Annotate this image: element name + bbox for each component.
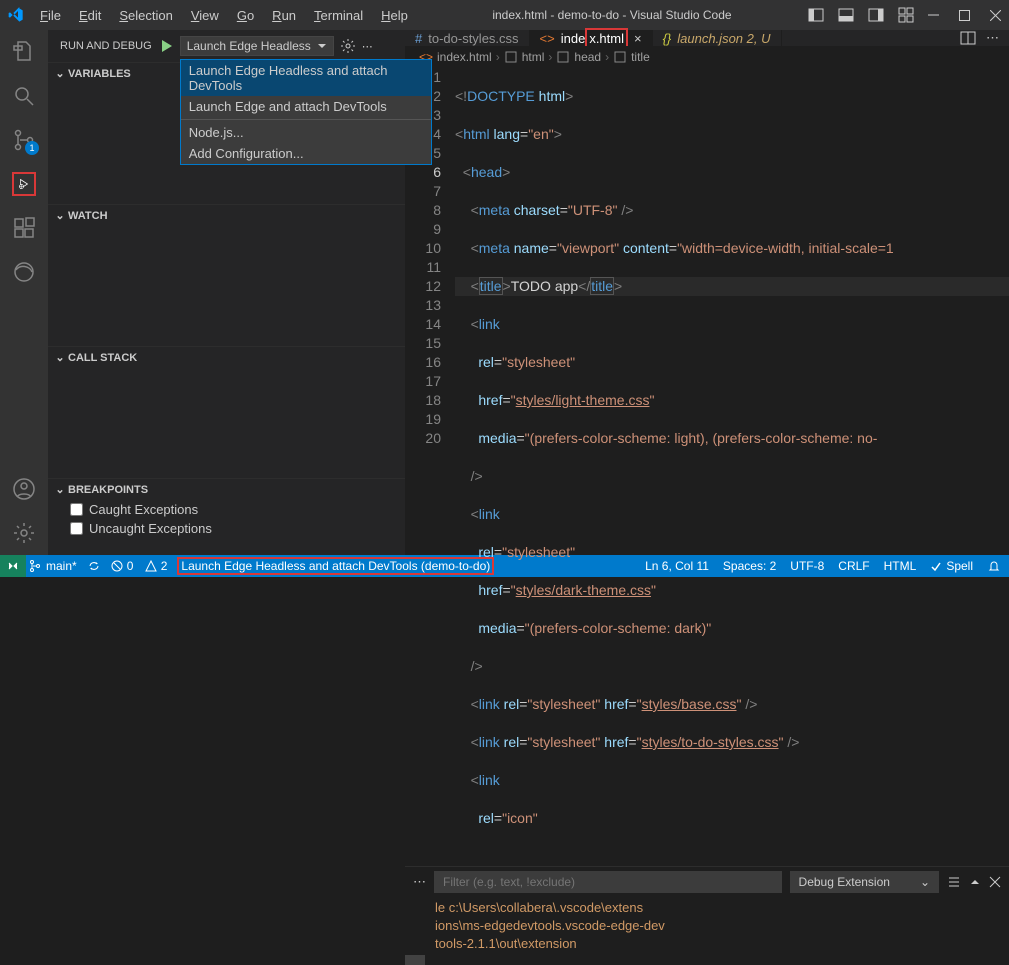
debug-config-select[interactable]: Launch Edge Headless Launch Edge Headles…	[180, 36, 334, 56]
menu-go[interactable]: Go	[229, 4, 262, 27]
dropdown-opt-edge[interactable]: Launch Edge and attach DevTools	[181, 96, 431, 117]
close-icon[interactable]	[990, 10, 1001, 21]
bp-uncaught[interactable]: Uncaught Exceptions	[48, 519, 405, 538]
search-icon[interactable]	[12, 84, 36, 108]
extensions-icon[interactable]	[12, 216, 36, 240]
config-selected-label: Launch Edge Headless	[187, 39, 311, 53]
section-breakpoints: ⌄BREAKPOINTS Caught Exceptions Uncaught …	[48, 478, 405, 538]
horizontal-scrollbar[interactable]	[405, 955, 1009, 965]
debug-console-panel: ⋯ Debug Extension⌄ le c:\Users\collabera…	[405, 866, 1009, 965]
explorer-icon[interactable]	[12, 40, 36, 64]
section-header-breakpoints[interactable]: ⌄BREAKPOINTS	[48, 479, 405, 500]
tab-html[interactable]: <>index.html×	[530, 30, 653, 46]
split-editor-icon[interactable]	[960, 30, 976, 46]
source-control-icon[interactable]: 1	[12, 128, 36, 152]
menu-selection[interactable]: Selection	[111, 4, 180, 27]
menu-bar: File Edit Selection View Go Run Terminal…	[32, 4, 416, 27]
panel-close-icon[interactable]	[989, 876, 1001, 888]
tab-css[interactable]: #to-do-styles.css	[405, 30, 530, 46]
status-sync[interactable]	[87, 559, 101, 573]
toggle-primary-sidebar-icon[interactable]	[808, 7, 824, 23]
menu-edit[interactable]: Edit	[71, 4, 109, 27]
status-problems[interactable]: 0 2	[111, 559, 168, 573]
bp-caught-checkbox[interactable]	[70, 503, 83, 516]
scm-badge: 1	[25, 141, 39, 155]
window-controls	[928, 10, 1001, 21]
debug-filter-input[interactable]	[434, 871, 782, 893]
dropdown-separator	[181, 119, 431, 120]
run-debug-sidebar: RUN AND DEBUG Launch Edge Headless Launc…	[48, 30, 405, 555]
settings-gear-icon[interactable]	[12, 521, 36, 545]
menu-help[interactable]: Help	[373, 4, 416, 27]
debug-console-header: ⋯ Debug Extension⌄	[405, 867, 1009, 897]
status-branch[interactable]: main*	[28, 559, 77, 573]
bp-uncaught-checkbox[interactable]	[70, 522, 83, 535]
code-content[interactable]: <!DOCTYPE html> <html lang="en"> <head> …	[455, 68, 1009, 866]
menu-terminal[interactable]: Terminal	[306, 4, 371, 27]
accounts-icon[interactable]	[12, 477, 36, 501]
toggle-panel-icon[interactable]	[838, 7, 854, 23]
tag-icon	[556, 50, 570, 64]
dropdown-opt-headless[interactable]: Launch Edge Headless and attach DevTools	[181, 60, 431, 96]
code-editor[interactable]: 1234567891011121314151617181920 <!DOCTYP…	[405, 68, 1009, 866]
panel-more-icon[interactable]: ⋯	[413, 874, 426, 890]
tag-icon	[504, 50, 518, 64]
tab-json[interactable]: {}launch.json 2, U	[653, 30, 782, 46]
menu-run[interactable]: Run	[264, 4, 304, 27]
section-header-callstack[interactable]: ⌄CALL STACK	[48, 347, 405, 368]
start-debug-icon[interactable]	[158, 38, 174, 54]
clear-console-icon[interactable]	[947, 875, 961, 889]
dropdown-opt-nodejs[interactable]: Node.js...	[181, 122, 431, 143]
debug-session-select[interactable]: Debug Extension⌄	[790, 871, 939, 893]
section-callstack: ⌄CALL STACK	[48, 346, 405, 478]
menu-view[interactable]: View	[183, 4, 227, 27]
activity-bar: 1	[0, 30, 48, 555]
editor-tabs: #to-do-styles.css <>index.html× {}launch…	[405, 30, 1009, 46]
layout-controls	[808, 7, 914, 23]
remote-indicator[interactable]	[0, 555, 26, 577]
debug-console-output: le c:\Users\collabera\.vscode\extens ion…	[405, 897, 1009, 955]
chevron-up-icon[interactable]	[969, 876, 981, 888]
toggle-secondary-sidebar-icon[interactable]	[868, 7, 884, 23]
gear-icon[interactable]	[340, 38, 356, 54]
minimize-icon[interactable]	[928, 10, 939, 21]
run-debug-icon[interactable]	[12, 172, 36, 196]
tab-close-icon[interactable]: ×	[634, 31, 642, 46]
breadcrumb[interactable]: <> index.html› html› head› title	[405, 46, 1009, 68]
more-actions-icon[interactable]: ⋯	[362, 40, 373, 53]
edge-devtools-icon[interactable]	[12, 260, 36, 284]
section-header-watch[interactable]: ⌄WATCH	[48, 205, 405, 226]
dropdown-opt-addconfig[interactable]: Add Configuration...	[181, 143, 431, 164]
chevron-down-icon	[317, 41, 327, 51]
sidebar-header: RUN AND DEBUG Launch Edge Headless Launc…	[48, 30, 405, 62]
tag-icon	[613, 50, 627, 64]
customize-layout-icon[interactable]	[898, 7, 914, 23]
vscode-logo-icon	[8, 7, 24, 23]
titlebar: File Edit Selection View Go Run Terminal…	[0, 0, 1009, 30]
editor-area: #to-do-styles.css <>index.html× {}launch…	[405, 30, 1009, 555]
tab-actions: ⋯	[950, 30, 1009, 46]
sidebar-title: RUN AND DEBUG	[60, 40, 152, 52]
maximize-icon[interactable]	[959, 10, 970, 21]
more-tab-actions-icon[interactable]: ⋯	[986, 30, 999, 46]
config-dropdown: Launch Edge Headless and attach DevTools…	[180, 59, 432, 165]
window-title: index.html - demo-to-do - Visual Studio …	[416, 8, 808, 22]
menu-file[interactable]: File	[32, 4, 69, 27]
line-gutter: 1234567891011121314151617181920	[405, 68, 455, 866]
bp-caught[interactable]: Caught Exceptions	[48, 500, 405, 519]
section-watch: ⌄WATCH	[48, 204, 405, 346]
